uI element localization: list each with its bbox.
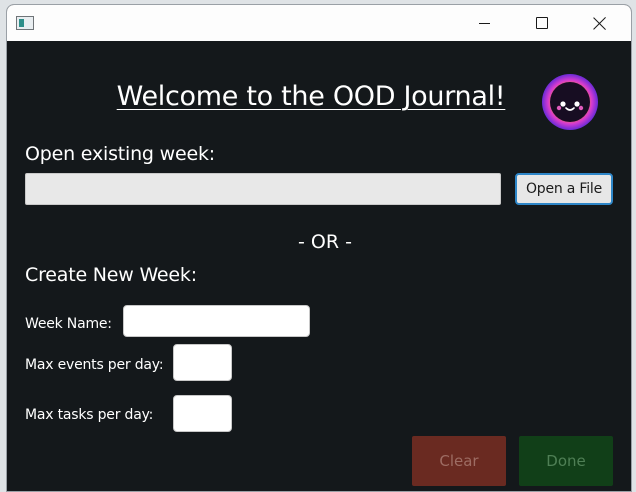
week-name-field[interactable] (123, 305, 310, 337)
open-file-button[interactable]: Open a File (515, 173, 613, 205)
close-icon (593, 16, 607, 30)
max-tasks-label: Max tasks per day: (25, 407, 154, 423)
done-button[interactable]: Done (519, 436, 613, 486)
app-icon (16, 16, 34, 30)
title-bar[interactable] (7, 5, 631, 41)
app-window: Welcome to the OOD Journal! Open existin… (6, 4, 632, 492)
maximize-icon (536, 17, 548, 29)
file-path-field[interactable] (25, 173, 501, 205)
open-existing-week-label: Open existing week: (25, 143, 215, 165)
maximize-button[interactable] (519, 5, 565, 41)
minimize-button[interactable] (461, 5, 507, 41)
create-new-week-label: Create New Week: (25, 264, 197, 286)
max-events-field[interactable] (173, 344, 232, 381)
minimize-icon (478, 22, 490, 24)
max-events-label: Max events per day: (25, 357, 164, 373)
or-divider: - OR - (298, 231, 352, 253)
smiling-blob-icon (542, 74, 598, 130)
close-button[interactable] (577, 5, 623, 41)
clear-button[interactable]: Clear (412, 436, 506, 486)
main-content: Welcome to the OOD Journal! Open existin… (7, 41, 631, 491)
max-tasks-field[interactable] (173, 395, 232, 432)
week-name-label: Week Name: (25, 316, 112, 332)
page-title: Welcome to the OOD Journal! (116, 81, 506, 112)
